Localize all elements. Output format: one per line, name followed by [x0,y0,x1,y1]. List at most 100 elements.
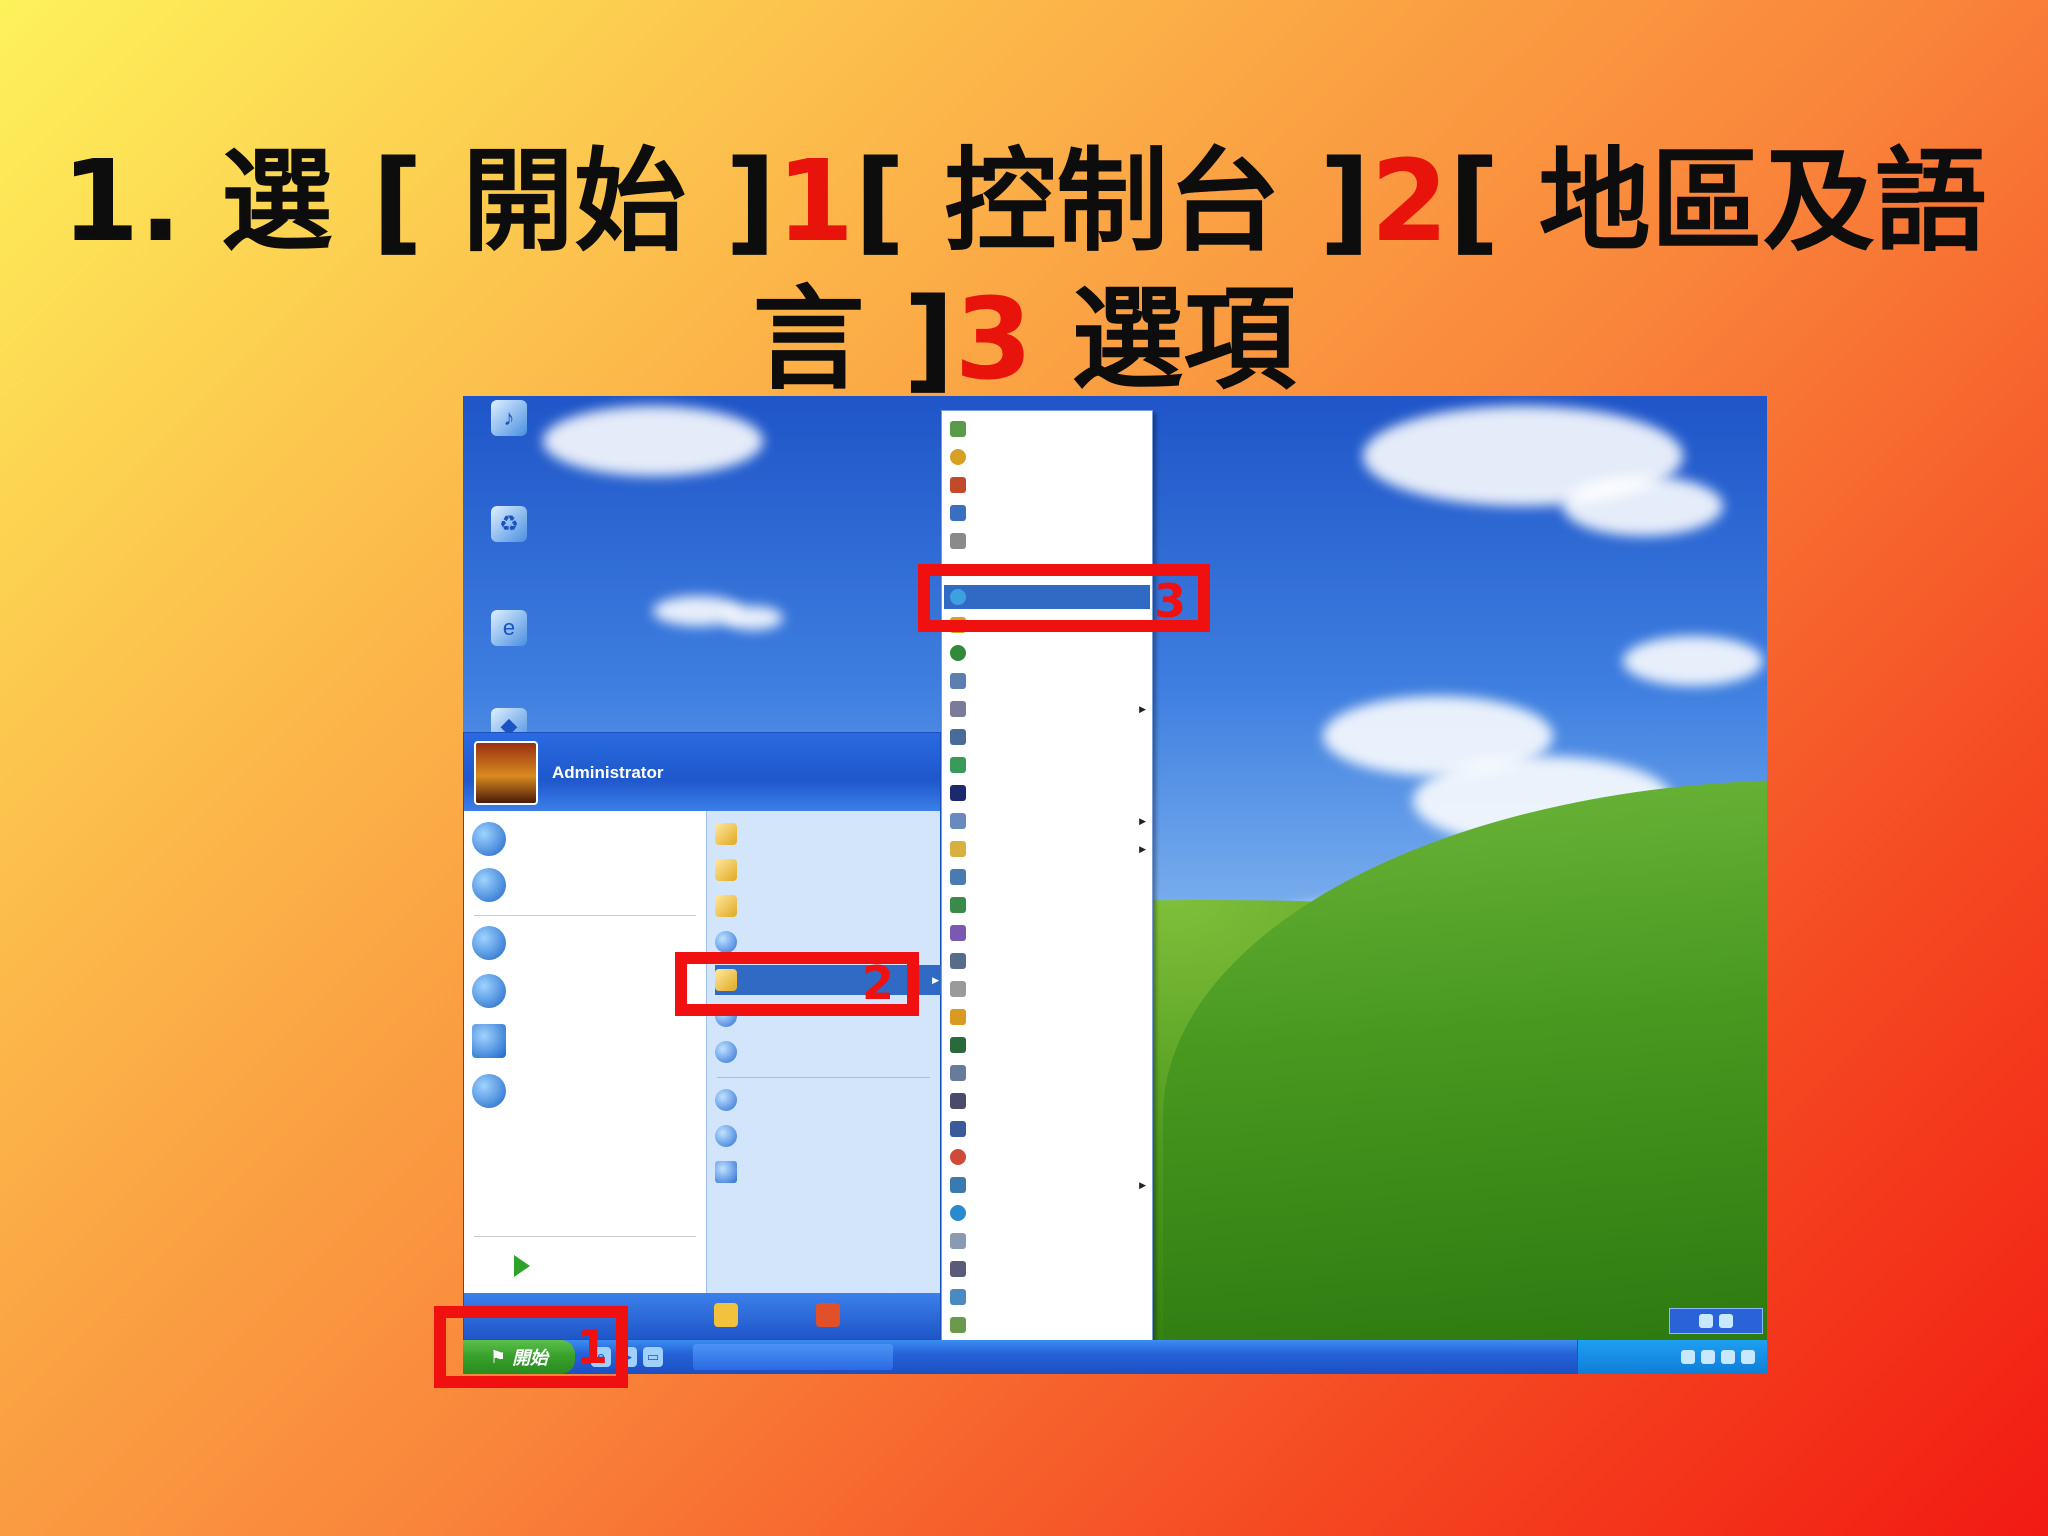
desktop-recycle-bin-icon[interactable]: ♻ [469,506,549,546]
cp-item-11[interactable] [944,725,1150,749]
search-item[interactable] [715,1121,935,1151]
cp-item-22[interactable] [944,1033,1150,1057]
taskbar-window-button[interactable] [693,1344,893,1370]
slide-title: 1. 選 [ 開始 ]1[ 控制台 ]2[ 地區及語 言 ]3 選項 [0,133,2048,409]
cp-item-28[interactable] [944,1201,1150,1225]
cp-item-12[interactable] [944,753,1150,777]
cp-item-2[interactable] [944,445,1150,469]
applet-icon [950,869,966,885]
applet-icon [950,925,966,941]
applet-icon [950,841,966,857]
email-icon [472,868,506,902]
media-player-icon [472,974,506,1008]
volume-tray-icon[interactable] [1701,1350,1715,1364]
applet-icon [950,785,966,801]
submenu-arrow-icon: ▶ [932,974,939,985]
cp-item-4[interactable] [944,501,1150,525]
desktop-internet-explorer-icon[interactable]: e [469,610,549,650]
cp-item-27[interactable]: ▶ [944,1173,1150,1197]
callout-number-2: 2 [862,956,895,1010]
applet-icon [950,1121,966,1137]
cp-item-15[interactable]: ▶ [944,837,1150,861]
cp-item-13[interactable] [944,781,1150,805]
desktop-media-icon[interactable]: ♪ [469,400,549,440]
help-icon [1719,1314,1733,1328]
applet-icon [950,953,966,969]
my-music-item[interactable] [715,891,935,921]
security-tray-icon[interactable] [1721,1350,1735,1364]
cp-item-1[interactable] [944,417,1150,441]
applet-icon [950,729,966,745]
cp-item-26[interactable] [944,1145,1150,1169]
key-icon [714,1303,738,1327]
applet-icon [950,813,966,829]
applet-icon [950,533,966,549]
pinned-internet-item[interactable] [472,819,698,859]
program-icon [472,1074,506,1108]
help-item[interactable] [715,1085,935,1115]
internet-explorer-icon: e [491,610,527,646]
cp-item-3[interactable] [944,473,1150,497]
applet-icon [950,1037,966,1053]
cp-item-8[interactable] [944,641,1150,665]
language-bar[interactable] [1669,1308,1763,1334]
applet-icon [950,1093,966,1109]
title-line-2: 言 ]3 選項 [752,275,1296,406]
log-off-button[interactable] [714,1303,738,1327]
run-item[interactable] [715,1157,935,1187]
cp-item-17[interactable] [944,893,1150,917]
network-tray-icon[interactable] [1681,1350,1695,1364]
my-pictures-item[interactable] [715,855,935,885]
applet-icon [950,1065,966,1081]
cp-item-21[interactable] [944,1005,1150,1029]
xp-desktop-screenshot: ♪ ♻ e ◆ Administrator ▶ ▶ ▶ ▶ ▶ ⚑ 開始 e ▶… [463,396,1767,1374]
applet-icon [950,701,966,717]
pinned-email-item[interactable] [472,865,698,905]
applet-icon [950,1205,966,1221]
cp-item-24[interactable] [944,1089,1150,1113]
taskbar: ⚑ 開始 e ▶ ▭ [463,1340,1767,1374]
music-icon: ♪ [491,400,527,436]
recent-program-1[interactable] [472,923,698,963]
avatar [474,741,538,805]
all-programs-button[interactable] [514,1255,530,1277]
connect-to-item[interactable] [715,1037,935,1067]
cp-item-10[interactable]: ▶ [944,697,1150,721]
applet-icon [950,1009,966,1025]
applet-icon [950,1233,966,1249]
folder-icon [715,895,737,917]
notepad-icon [472,1024,506,1058]
turn-off-button[interactable] [816,1303,840,1327]
applet-icon [950,757,966,773]
system-tray [1577,1340,1767,1374]
cp-item-23[interactable] [944,1061,1150,1085]
cp-item-16[interactable] [944,865,1150,889]
language-tray-icon[interactable] [1741,1350,1755,1364]
my-documents-item[interactable] [715,819,935,849]
user-name: Administrator [552,763,664,782]
folder-icon [715,859,737,881]
applet-icon [950,421,966,437]
cp-item-18[interactable] [944,921,1150,945]
recent-program-2[interactable] [472,971,698,1011]
cp-item-25[interactable] [944,1117,1150,1141]
cp-item-14[interactable]: ▶ [944,809,1150,833]
cp-item-19[interactable] [944,949,1150,973]
cp-item-32[interactable] [944,1313,1150,1337]
help-icon [715,1089,737,1111]
quick-launch-desktop-icon[interactable]: ▭ [643,1347,663,1367]
cp-item-31[interactable] [944,1285,1150,1309]
cp-item-9[interactable] [944,669,1150,693]
applet-icon [950,1149,966,1165]
applet-icon [950,449,966,465]
green-arrow-icon [514,1255,530,1277]
recent-program-3[interactable] [472,1021,698,1061]
cp-item-20[interactable] [944,977,1150,1001]
cp-item-5[interactable] [944,529,1150,553]
cp-item-30[interactable] [944,1257,1150,1281]
cp-item-29[interactable] [944,1229,1150,1253]
applet-icon [950,645,966,661]
keyboard-icon [1699,1314,1713,1328]
callout-number-3: 3 [1154,574,1187,628]
recent-program-4[interactable] [472,1071,698,1111]
